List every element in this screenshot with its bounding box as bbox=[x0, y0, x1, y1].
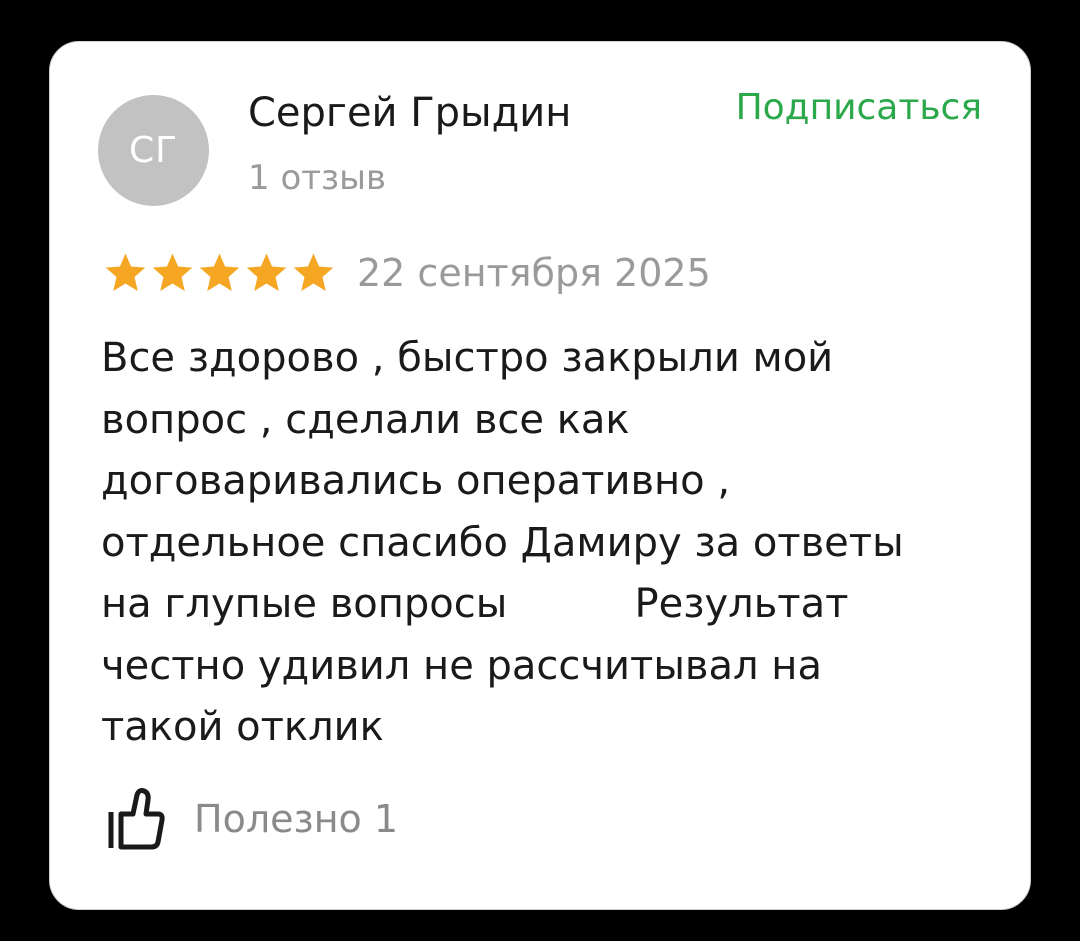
review-date: 22 сентября 2025 bbox=[357, 251, 711, 295]
review-text-line: отдельное спасибо Дамиру за ответы bbox=[101, 519, 904, 566]
review-text-line: на глупые вопросы Результат bbox=[101, 581, 849, 627]
avatar-initials: СГ bbox=[128, 130, 179, 171]
subscribe-button[interactable]: Подписаться bbox=[736, 87, 982, 128]
review-text-line: честно удивил не рассчитывал на bbox=[101, 642, 822, 689]
thumbs-up-icon bbox=[108, 788, 165, 850]
rating-row: 22 сентября 2025 bbox=[102, 250, 711, 296]
star-icon bbox=[246, 253, 287, 292]
review-card: СГ Сергей Грыдин 1 отзыв Подписаться 22 … bbox=[49, 41, 1031, 910]
star-rating bbox=[102, 250, 337, 296]
author-review-count: 1 отзыв bbox=[248, 158, 387, 198]
review-text-line: такой отклик bbox=[101, 704, 384, 750]
star-icon bbox=[293, 253, 334, 292]
star-icon bbox=[152, 253, 193, 292]
review-text-line: вопрос , сделали все как bbox=[101, 396, 630, 443]
star-icon bbox=[199, 253, 240, 292]
helpful-label: Полезно 1 bbox=[194, 797, 399, 841]
author-name[interactable]: Сергей Грыдин bbox=[248, 90, 571, 136]
star-icon bbox=[105, 253, 146, 292]
helpful-button[interactable]: Полезно 1 bbox=[106, 786, 398, 852]
review-text-line: Все здорово , быстро закрыли мой bbox=[101, 335, 834, 381]
review-text-line: договаривались оперативно , bbox=[101, 458, 731, 504]
review-text: Все здорово , быстро закрыли мой вопрос ,… bbox=[101, 328, 981, 759]
avatar[interactable]: СГ bbox=[98, 95, 209, 206]
